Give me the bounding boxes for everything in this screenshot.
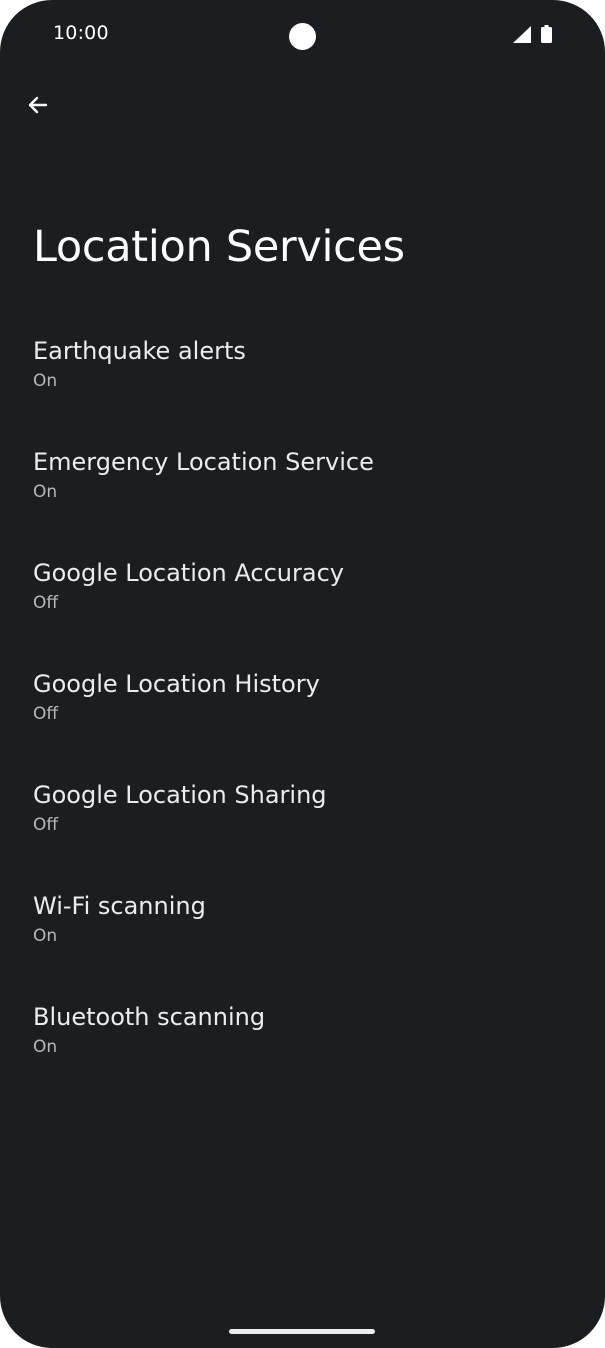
- status-time: 10:00: [53, 22, 109, 44]
- list-item-summary: Off: [33, 815, 59, 835]
- status-bar: 10:00: [0, 0, 605, 70]
- battery-full-icon: [541, 25, 552, 43]
- list-item-title: Google Location History: [33, 670, 320, 698]
- list-item-google-location-sharing[interactable]: Google Location Sharing Off: [0, 764, 605, 875]
- list-item-summary: Off: [33, 704, 59, 724]
- gesture-nav-handle[interactable]: [229, 1329, 375, 1334]
- list-item-summary: On: [33, 1037, 58, 1057]
- list-item-earthquake-alerts[interactable]: Earthquake alerts On: [0, 320, 605, 431]
- list-item-google-location-accuracy[interactable]: Google Location Accuracy Off: [0, 542, 605, 653]
- list-item-title: Google Location Sharing: [33, 781, 327, 809]
- list-item-title: Google Location Accuracy: [33, 559, 344, 587]
- list-item-title: Bluetooth scanning: [33, 1003, 266, 1031]
- settings-list: Earthquake alerts On Emergency Location …: [0, 320, 605, 1097]
- list-item-summary: On: [33, 926, 58, 946]
- list-item-summary: On: [33, 482, 58, 502]
- list-item-summary: On: [33, 371, 58, 391]
- list-item-emergency-location-service[interactable]: Emergency Location Service On: [0, 431, 605, 542]
- phone-screen: 10:00 Location Services Earthquake alert…: [0, 0, 605, 1348]
- camera-cutout: [289, 23, 316, 50]
- list-item-google-location-history[interactable]: Google Location History Off: [0, 653, 605, 764]
- list-item-bluetooth-scanning[interactable]: Bluetooth scanning On: [0, 986, 605, 1097]
- list-item-title: Emergency Location Service: [33, 448, 374, 476]
- page-title: Location Services: [33, 222, 405, 272]
- list-item-wifi-scanning[interactable]: Wi-Fi scanning On: [0, 875, 605, 986]
- list-item-title: Earthquake alerts: [33, 337, 246, 365]
- list-item-summary: Off: [33, 593, 59, 613]
- back-button[interactable]: [16, 83, 60, 127]
- list-item-title: Wi-Fi scanning: [33, 892, 206, 920]
- cellular-signal-icon: [513, 26, 531, 43]
- arrow-back-icon: [28, 96, 48, 114]
